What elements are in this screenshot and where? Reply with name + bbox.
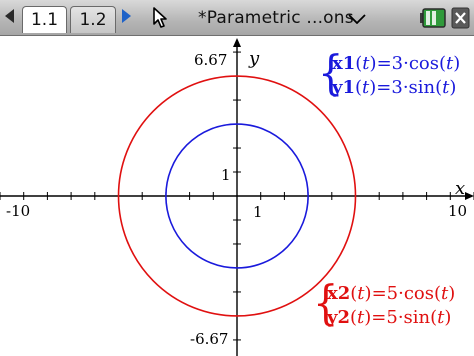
eq-rhs: =3·sin xyxy=(376,77,436,98)
equation-f1[interactable]: { x1(t)=3·cos(t) y1(t)=3·sin(t) xyxy=(318,50,468,102)
y-max-label: 6.67 xyxy=(194,51,228,69)
x-unit-label: 1 xyxy=(253,203,263,221)
x-axis-var-label: x xyxy=(455,178,466,199)
tab-1-1[interactable]: 1.1 xyxy=(22,6,67,33)
x-min-label: -10 xyxy=(6,202,31,220)
eq-rhs: =5·cos xyxy=(371,283,434,304)
eq-name: y2 xyxy=(327,307,350,328)
document-title[interactable]: *Parametric ...ons xyxy=(198,8,354,28)
tab-1-2[interactable]: 1.2 xyxy=(70,6,116,33)
x-max-label: 10 xyxy=(448,202,468,220)
equation-f1-x: x1(t)=3·cos(t) xyxy=(332,53,461,74)
eq-name: x2 xyxy=(327,283,351,304)
eq-rhs: =3·cos xyxy=(376,53,439,74)
equation-f2-x: x2(t)=5·cos(t) xyxy=(327,283,456,304)
eq-rhs: =5·sin xyxy=(371,307,431,328)
y-min-label: -6.67 xyxy=(190,330,229,348)
x-axis-arrow-icon xyxy=(465,192,474,200)
eq-param: t xyxy=(437,307,445,328)
graph-area[interactable]: 6.67 y 1 -10 10 1 x -6.67 { x1(t)=3·cos(… xyxy=(0,36,474,356)
eq-param: t xyxy=(357,283,365,304)
y-unit-label: 1 xyxy=(221,166,231,184)
equation-f2-y: y2(t)=5·sin(t) xyxy=(327,307,452,328)
y-axis-arrow-icon xyxy=(233,38,241,47)
toolbar: 1.1 1.2 *Parametric ...ons xyxy=(0,0,474,36)
right-arrow-icon[interactable] xyxy=(122,9,131,23)
eq-param: t xyxy=(441,283,449,304)
battery-icon xyxy=(420,8,446,28)
equation-f1-y: y1(t)=3·sin(t) xyxy=(332,77,457,98)
chevron-down-icon[interactable] xyxy=(348,14,366,24)
eq-param: t xyxy=(362,53,370,74)
eq-name: y1 xyxy=(332,77,355,98)
cursor-icon xyxy=(153,7,167,28)
close-icon[interactable] xyxy=(451,6,471,30)
eq-param: t xyxy=(357,307,365,328)
eq-param: t xyxy=(362,77,370,98)
left-arrow-icon[interactable] xyxy=(5,9,14,23)
eq-param: t xyxy=(446,53,454,74)
y-axis-var-label: y xyxy=(249,48,260,69)
eq-param: t xyxy=(442,77,450,98)
eq-name: x1 xyxy=(332,53,356,74)
equation-f2[interactable]: { x2(t)=5·cos(t) y2(t)=5·sin(t) xyxy=(313,280,469,332)
